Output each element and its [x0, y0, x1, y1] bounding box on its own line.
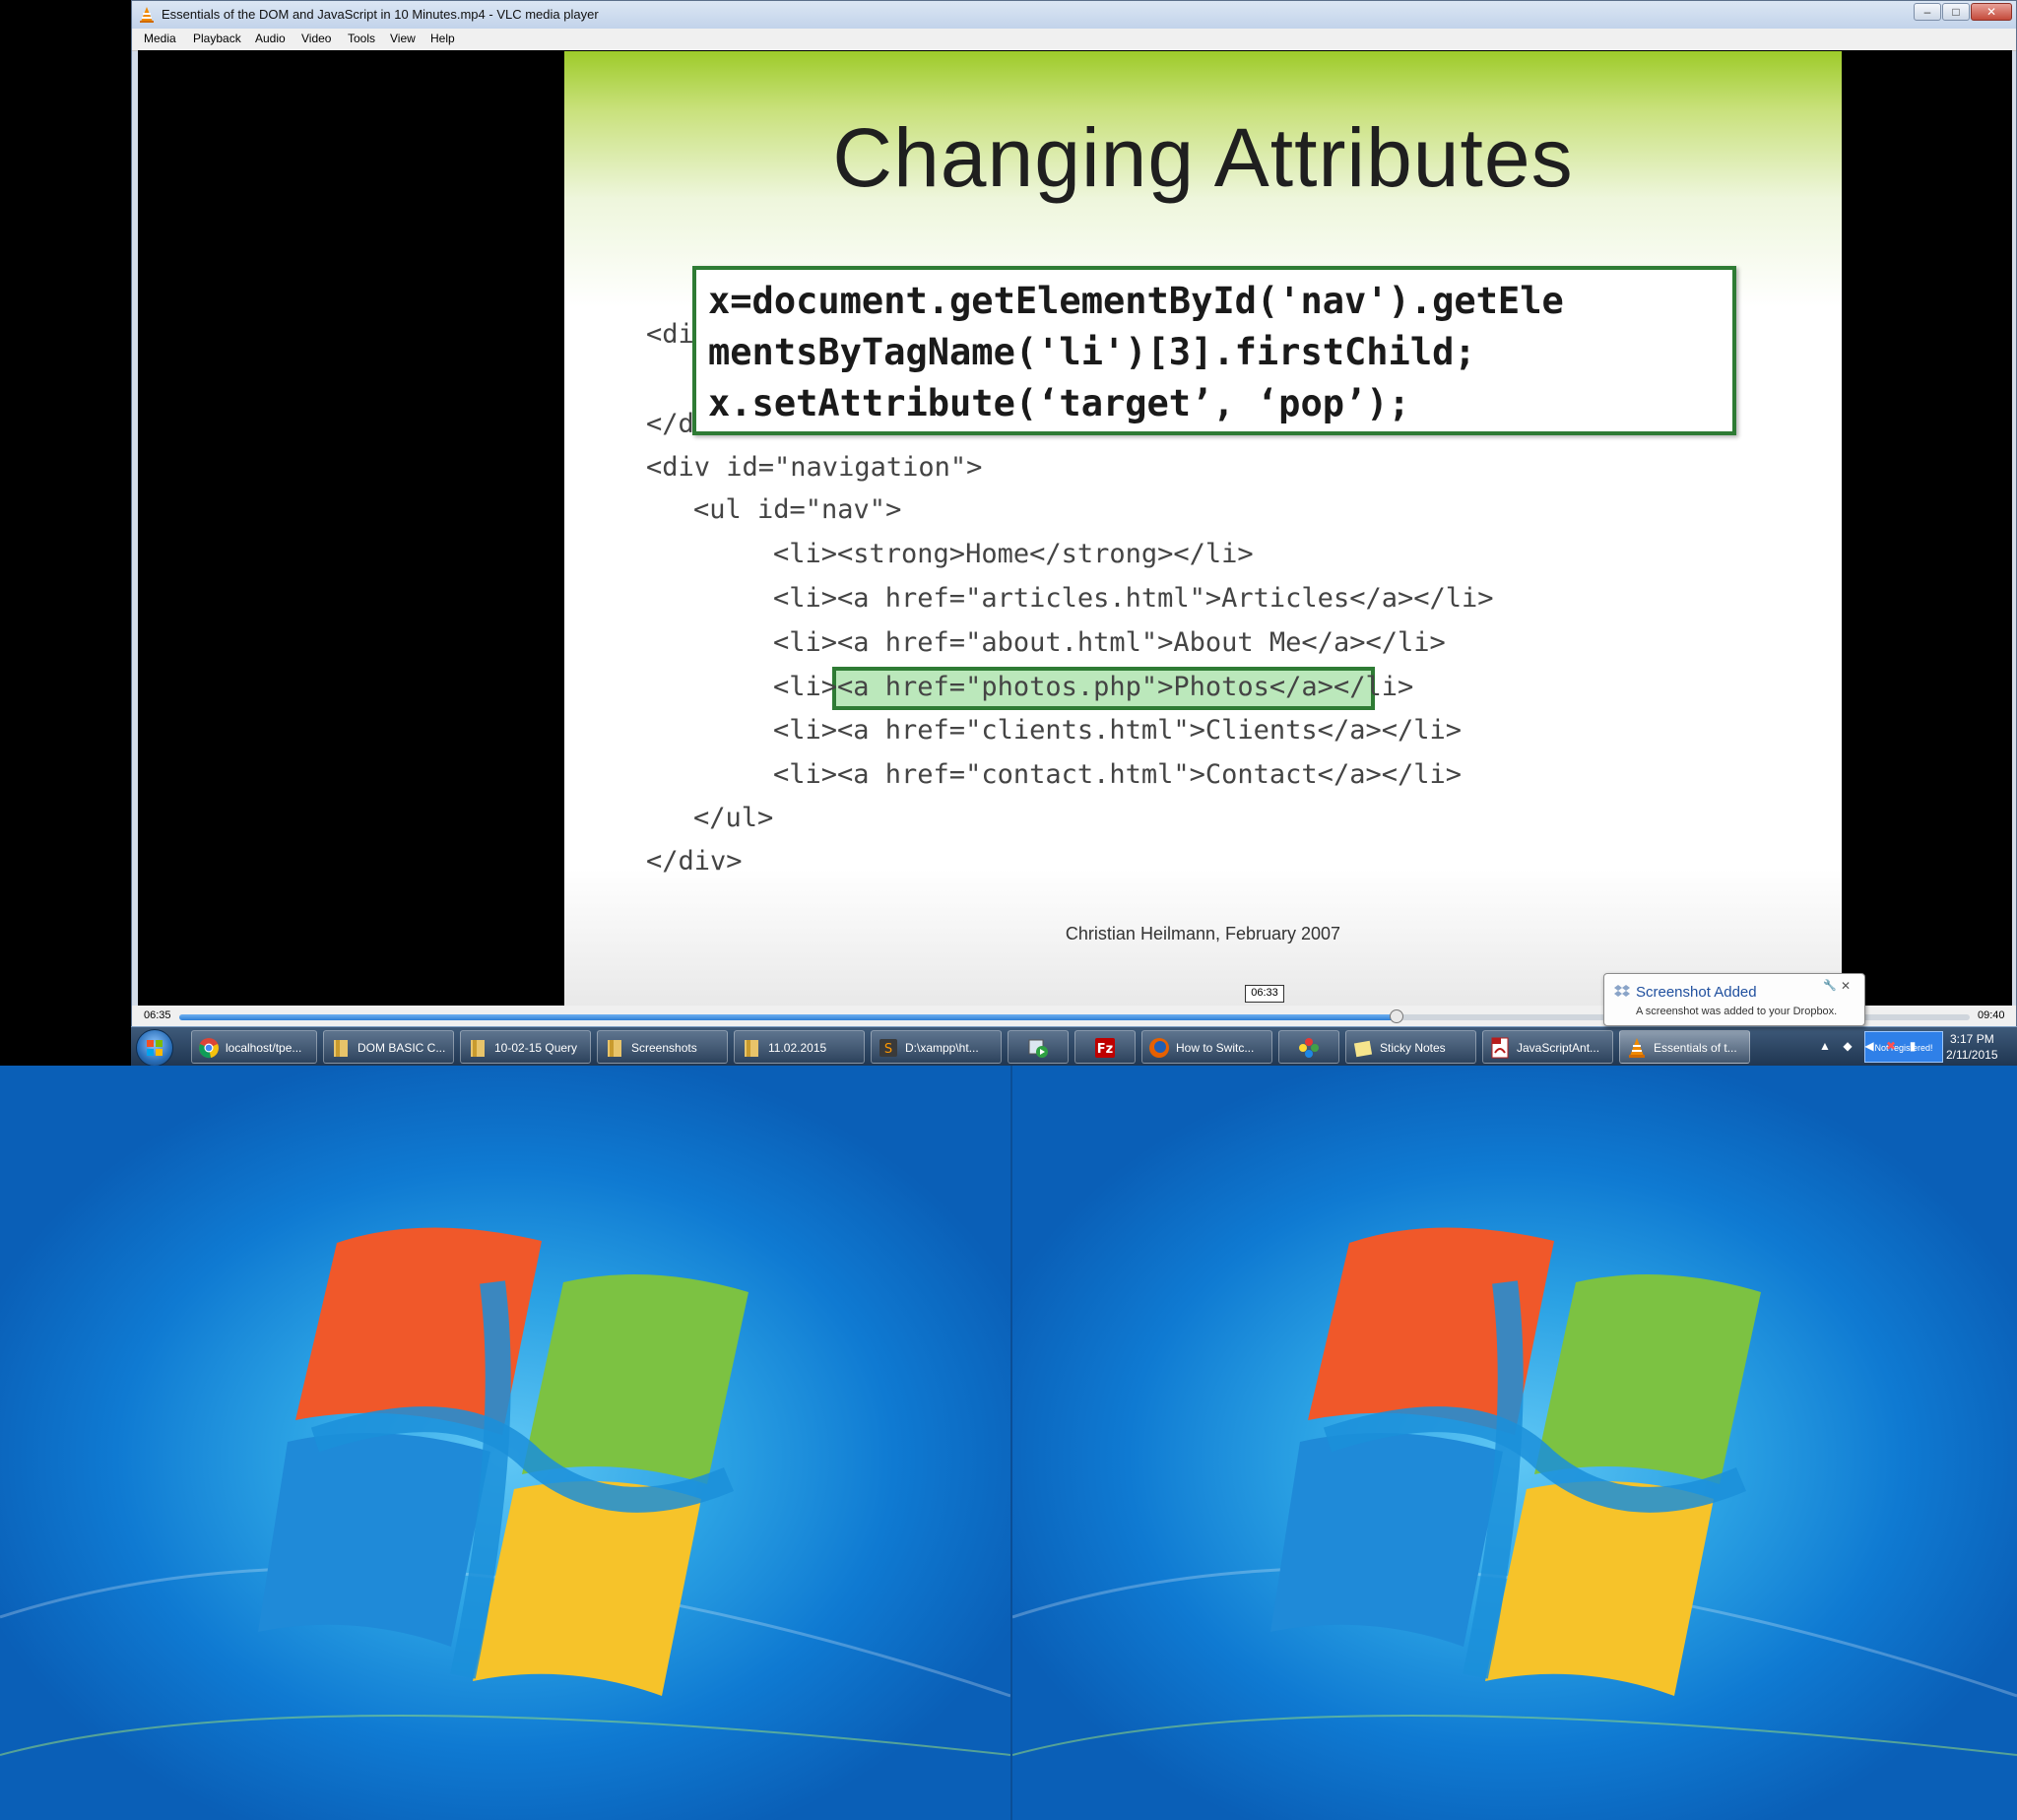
- clock-time[interactable]: 3:17 PM: [1950, 1032, 1994, 1046]
- notification-title: Screenshot Added: [1636, 984, 1757, 1001]
- folder-icon: [471, 1040, 485, 1057]
- taskbar-item-label: DOM BASIC C...: [358, 1041, 446, 1055]
- notification-options-icon[interactable]: 🔧: [1823, 979, 1837, 992]
- taskbar-item-chrome[interactable]: localhost/tpe...: [191, 1030, 317, 1064]
- windows-logo-icon: [147, 1040, 163, 1056]
- show-hidden-icons-icon[interactable]: ▲: [1818, 1039, 1832, 1053]
- desktop-wallpaper-left[interactable]: [0, 1066, 1010, 1820]
- vlc-icon: [140, 7, 154, 23]
- windows-logo-icon: [1012, 1227, 2017, 1756]
- clock-date[interactable]: 2/11/2015: [1946, 1048, 1998, 1062]
- taskbar-item-firefox[interactable]: How to Switc...: [1141, 1030, 1272, 1064]
- taskbar-item-folder[interactable]: DOM BASIC C...: [323, 1030, 454, 1064]
- minimize-button[interactable]: –: [1914, 3, 1941, 21]
- menu-playback[interactable]: Playback: [193, 32, 241, 45]
- firefox-icon: [1149, 1038, 1169, 1058]
- dropbox-icon: [1614, 985, 1630, 997]
- notification-close-button[interactable]: ✕: [1841, 979, 1851, 993]
- taskbar-item-label: Screenshots: [631, 1041, 697, 1055]
- elapsed-time: 06:35: [144, 1009, 171, 1021]
- media-app-icon: [1028, 1039, 1048, 1058]
- folder-icon: [334, 1040, 348, 1057]
- start-button[interactable]: [136, 1029, 173, 1067]
- callout-line: x.setAttribute(‘target’, ‘pop’);: [708, 382, 1410, 424]
- taskbar-item-sublime[interactable]: S D:\xampp\ht...: [871, 1030, 1002, 1064]
- callout-line: mentsByTagName('li')[3].firstChild;: [708, 331, 1476, 373]
- desktop-wallpaper-right[interactable]: [1010, 1066, 2017, 1820]
- taskbar-item-label: Sticky Notes: [1380, 1041, 1446, 1055]
- seek-time-tooltip: 06:33: [1245, 985, 1284, 1003]
- taskbar-item-filezilla[interactable]: Fz: [1074, 1030, 1136, 1064]
- menu-bar: Media Playback Audio Video Tools View He…: [132, 29, 2016, 51]
- taskbar-item-label: D:\xampp\ht...: [905, 1041, 979, 1055]
- sublime-icon: S: [879, 1039, 897, 1057]
- code-line: </d: [646, 409, 694, 439]
- menu-video[interactable]: Video: [301, 32, 331, 45]
- code-line: <li><a href="contact.html">Contact</a></…: [773, 759, 1462, 790]
- taskbar-item-media-app[interactable]: [1008, 1030, 1069, 1064]
- menu-tools[interactable]: Tools: [348, 32, 375, 45]
- pdf-icon: [1491, 1037, 1509, 1059]
- code-line: </ul>: [693, 803, 774, 833]
- total-time: 09:40: [1978, 1009, 2005, 1021]
- folder-icon: [745, 1040, 758, 1057]
- taskbar-item-pinwheel[interactable]: [1278, 1030, 1339, 1064]
- taskbar-item-pdf[interactable]: JavaScriptAnt...: [1482, 1030, 1613, 1064]
- close-button[interactable]: ✕: [1971, 3, 2012, 21]
- code-line: <li><a href="clients.html">Clients</a></…: [773, 715, 1462, 746]
- code-line: <li><strong>Home</strong></li>: [773, 539, 1254, 569]
- svg-text:Fz: Fz: [1097, 1042, 1113, 1057]
- menu-media[interactable]: Media: [144, 32, 176, 45]
- action-center-icon[interactable]: ✖: [1884, 1039, 1898, 1053]
- code-line: <li><a href="articles.html">Articles</a>…: [773, 583, 1494, 614]
- menu-view[interactable]: View: [390, 32, 416, 45]
- menu-audio[interactable]: Audio: [255, 32, 286, 45]
- taskbar-item-label: localhost/tpe...: [226, 1041, 302, 1055]
- vlc-icon: [1629, 1038, 1645, 1058]
- taskbar-item-folder[interactable]: Screenshots: [597, 1030, 728, 1064]
- taskbar-item-sticky-notes[interactable]: Sticky Notes: [1345, 1030, 1476, 1064]
- maximize-button[interactable]: □: [1942, 3, 1970, 21]
- chrome-icon: [199, 1038, 219, 1059]
- folder-icon: [608, 1040, 621, 1057]
- code-line: <div id="navigation">: [646, 452, 983, 483]
- code-line: </div>: [646, 846, 743, 877]
- sticky-notes-icon: [1353, 1040, 1373, 1058]
- volume-icon[interactable]: ◀: [1862, 1039, 1876, 1053]
- pinwheel-icon: [1299, 1038, 1319, 1058]
- not-registered-badge[interactable]: Not registered!: [1864, 1031, 1943, 1063]
- taskbar: localhost/tpe... DOM BASIC C... 10-02-15…: [131, 1026, 2017, 1067]
- callout-line: x=document.getElementById('nav').getEle: [708, 280, 1564, 322]
- taskbar-item-folder[interactable]: 11.02.2015: [734, 1030, 865, 1064]
- dropbox-icon[interactable]: ◆: [1841, 1039, 1854, 1053]
- slide-title: Changing Attributes: [832, 111, 1574, 204]
- taskbar-item-label: 11.02.2015: [768, 1041, 827, 1055]
- code-line: <li><a href="about.html">About Me</a></l…: [773, 627, 1446, 658]
- svg-text:S: S: [884, 1042, 892, 1057]
- network-icon[interactable]: ▮: [1906, 1039, 1919, 1053]
- code-callout-box: x=document.getElementById('nav').getEle …: [692, 266, 1736, 435]
- title-bar[interactable]: Essentials of the DOM and JavaScript in …: [132, 1, 2016, 30]
- taskbar-item-vlc[interactable]: Essentials of t...: [1619, 1030, 1750, 1064]
- seek-handle[interactable]: [1390, 1009, 1404, 1023]
- code-line: <ul id="nav">: [693, 494, 902, 525]
- window-title: Essentials of the DOM and JavaScript in …: [162, 7, 599, 22]
- filezilla-icon: Fz: [1095, 1038, 1115, 1058]
- taskbar-item-folder[interactable]: 10-02-15 Query: [460, 1030, 591, 1064]
- dropbox-notification[interactable]: Screenshot Added A screenshot was added …: [1603, 973, 1865, 1026]
- slide-footer: Christian Heilmann, February 2007: [1065, 924, 1341, 943]
- windows-logo-icon: [0, 1227, 1010, 1756]
- menu-help[interactable]: Help: [430, 32, 455, 45]
- taskbar-item-label: 10-02-15 Query: [494, 1041, 578, 1055]
- taskbar-item-label: JavaScriptAnt...: [1517, 1041, 1600, 1055]
- video-frame-slide: Changing Attributes <di </d <div id="nav…: [564, 51, 1842, 1006]
- taskbar-item-label: How to Switc...: [1176, 1041, 1255, 1055]
- vlc-window: Essentials of the DOM and JavaScript in …: [131, 0, 2017, 1066]
- code-line: <li><a href="photos.php">Photos</a></li>: [773, 672, 1414, 702]
- code-line: <di: [646, 319, 694, 350]
- seek-progress: [179, 1014, 1398, 1020]
- taskbar-item-label: Essentials of t...: [1654, 1041, 1737, 1055]
- notification-body: A screenshot was added to your Dropbox.: [1636, 1006, 1838, 1017]
